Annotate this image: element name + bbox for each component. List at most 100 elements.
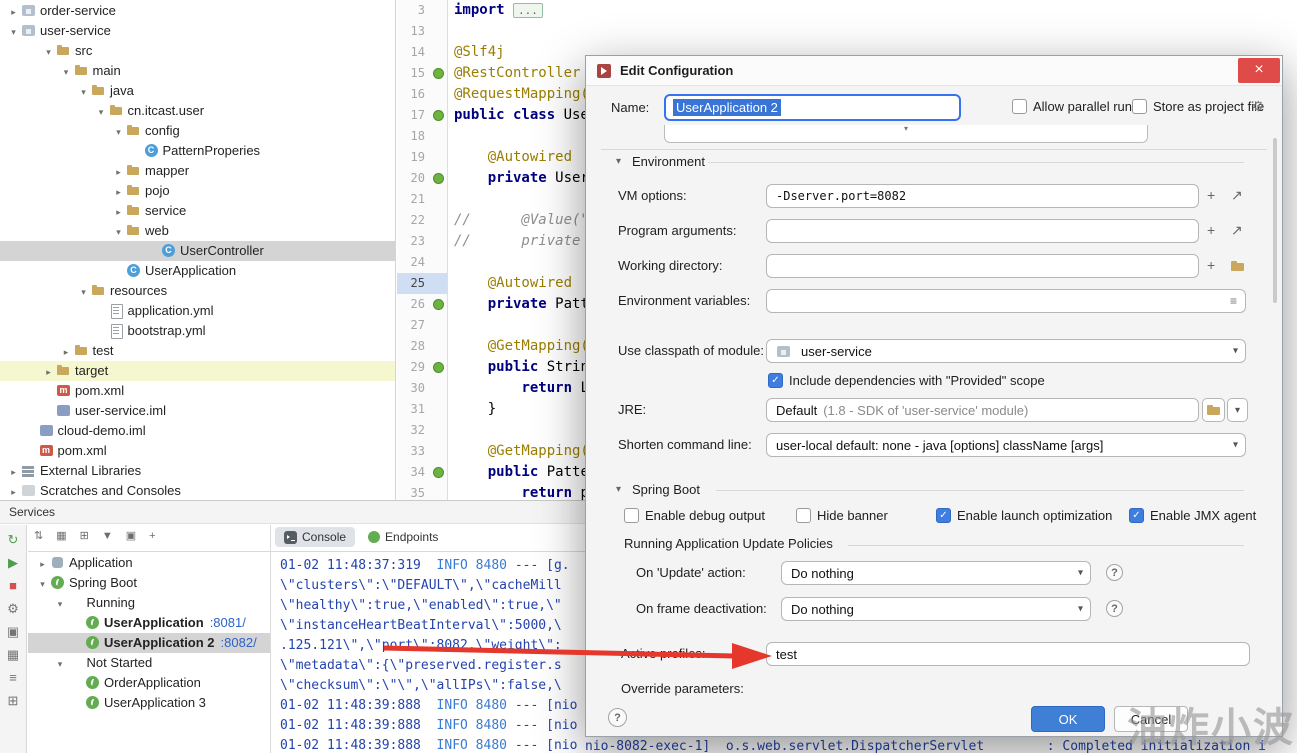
hide-banner-checkbox[interactable]: Hide banner	[796, 508, 888, 523]
chevron-icon[interactable]: ▸	[111, 162, 126, 182]
tree-item-mapper[interactable]: ▸ mapper	[0, 161, 395, 181]
tab-console[interactable]: Console	[275, 527, 356, 547]
chevron-icon[interactable]: ▾	[94, 102, 109, 122]
chevron-icon[interactable]: ▾	[6, 22, 21, 42]
port-link[interactable]: :8082/	[221, 635, 257, 650]
tree-item-orderapplication[interactable]: OrderApplication	[28, 673, 270, 693]
chevron-icon[interactable]: ▾	[111, 222, 126, 242]
view-options-icon[interactable]: ⊞	[80, 531, 89, 542]
tree-item-src[interactable]: ▾ src	[0, 41, 395, 61]
help-button[interactable]: ?	[608, 708, 627, 727]
tree-item-user-service[interactable]: ▾ user-service	[0, 21, 395, 41]
tree-item-resources[interactable]: ▾ resources	[0, 281, 395, 301]
tree-item-service[interactable]: ▸ service	[0, 201, 395, 221]
name-input[interactable]: UserApplication 2	[664, 94, 961, 121]
grid-icon[interactable]: ⊞	[8, 694, 19, 707]
environment-variables-input[interactable]: ≡	[766, 289, 1246, 313]
tree-item-usercontroller[interactable]: UserController	[0, 241, 395, 261]
add-icon[interactable]: +	[1207, 188, 1215, 202]
tree-item-application-yml[interactable]: application.yml	[0, 301, 395, 321]
on-frame-deactivation-select[interactable]: Do nothing ▾	[781, 597, 1091, 621]
tree-item-cn-itcast-user[interactable]: ▾ cn.itcast.user	[0, 101, 395, 121]
spring-bean-icon[interactable]	[429, 462, 448, 483]
port-link[interactable]: :8081/	[210, 615, 246, 630]
tree-item-cloud-demo-iml[interactable]: cloud-demo.iml	[0, 421, 395, 441]
program-arguments-input[interactable]	[766, 219, 1199, 243]
gear-icon[interactable]: ⚙	[1252, 98, 1265, 115]
expand-icon[interactable]: ↗	[1231, 188, 1243, 202]
dialog-scrollbar[interactable]	[1273, 138, 1277, 303]
stop-icon[interactable]: ■	[9, 579, 17, 592]
group-icon[interactable]: ▦	[56, 531, 66, 542]
dialog-titlebar[interactable]: Edit Configuration ×	[586, 56, 1282, 86]
enable-launch-optimization-checkbox[interactable]: ✓ Enable launch optimization	[936, 508, 1112, 523]
tree-item-scratches-and-consoles[interactable]: ▸ Scratches and Consoles	[0, 481, 395, 500]
tree-item-pom-xml[interactable]: pom.xml	[0, 381, 395, 401]
tree-item-test[interactable]: ▸ test	[0, 341, 395, 361]
tree-item-external-libraries[interactable]: ▸ External Libraries	[0, 461, 395, 481]
browse-folder-icon[interactable]	[1231, 261, 1244, 272]
chevron-icon[interactable]: ▸	[6, 462, 21, 482]
spring-bean-icon[interactable]	[429, 294, 448, 315]
collapse-environment-icon[interactable]: ▾	[616, 156, 621, 167]
layout-icon[interactable]: ▣	[126, 531, 136, 542]
tree-item-running[interactable]: ▾ Running	[28, 593, 270, 613]
tree-item-not-started[interactable]: ▾ Not Started	[28, 653, 270, 673]
options-icon[interactable]: ≡	[9, 671, 17, 684]
tab-endpoints[interactable]: Endpoints	[359, 527, 447, 547]
add-icon[interactable]: +	[1207, 258, 1215, 272]
chevron-icon[interactable]: ▾	[35, 574, 50, 594]
spring-bean-icon[interactable]	[429, 357, 448, 378]
tree-item-patternproperies[interactable]: PatternProperies	[0, 141, 395, 161]
tree-item-main[interactable]: ▾ main	[0, 61, 395, 81]
add-icon[interactable]: +	[1207, 223, 1215, 237]
chevron-icon[interactable]: ▾	[53, 594, 68, 614]
on-update-action-select[interactable]: Do nothing ▾	[781, 561, 1091, 585]
spring-bean-icon[interactable]	[429, 168, 448, 189]
help-icon[interactable]: ?	[1106, 600, 1123, 617]
tree-item-userapplication[interactable]: UserApplication	[0, 261, 395, 281]
chevron-icon[interactable]: ▸	[35, 554, 50, 574]
chevron-icon[interactable]: ▾	[76, 82, 91, 102]
store-as-project-file-checkbox[interactable]: Store as project file	[1132, 99, 1264, 114]
tree-item-pom-xml[interactable]: pom.xml	[0, 441, 395, 461]
tree-item-pojo[interactable]: ▸ pojo	[0, 181, 395, 201]
chevron-icon[interactable]: ▸	[41, 362, 56, 382]
jre-browse-button[interactable]	[1202, 398, 1225, 422]
browse-variables-icon[interactable]: ≡	[1230, 294, 1237, 308]
collapse-spring-boot-icon[interactable]: ▾	[616, 484, 621, 495]
tree-item-target[interactable]: ▸ target	[0, 361, 395, 381]
chevron-icon[interactable]: ▾	[111, 122, 126, 142]
working-directory-input[interactable]	[766, 254, 1199, 278]
provided-scope-checkbox[interactable]: ✓ Include dependencies with "Provided" sc…	[768, 373, 1045, 388]
chevron-icon[interactable]: ▸	[111, 182, 126, 202]
tree-item-userapplication[interactable]: UserApplication:8081/	[28, 613, 270, 633]
chevron-icon[interactable]: ▸	[59, 342, 74, 362]
tree-item-spring-boot[interactable]: ▾ Spring Boot	[28, 573, 270, 593]
jre-select[interactable]: Default (1.8 - SDK of 'user-service' mod…	[766, 398, 1199, 422]
chevron-icon[interactable]: ▾	[59, 62, 74, 82]
active-profiles-input[interactable]: test	[766, 642, 1250, 666]
shorten-command-line-select[interactable]: user-local default: none - java [options…	[766, 433, 1246, 457]
chevron-icon[interactable]: ▾	[41, 42, 56, 62]
allow-parallel-run-checkbox[interactable]: Allow parallel run	[1012, 99, 1132, 114]
settings-icon[interactable]: ⚙	[7, 602, 19, 615]
chevron-icon[interactable]: ▸	[6, 482, 21, 500]
console-output[interactable]: 01-02 11:48:37:319 INFO 8480 --- [g. \"cl…	[271, 553, 586, 753]
ok-button[interactable]: OK	[1031, 706, 1105, 732]
add-service-icon[interactable]: +	[149, 531, 155, 542]
tree-item-bootstrap-yml[interactable]: bootstrap.yml	[0, 321, 395, 341]
tree-item-java[interactable]: ▾ java	[0, 81, 395, 101]
thread-dump-icon[interactable]: ▣	[7, 625, 19, 638]
run-icon[interactable]: ▶	[8, 556, 18, 569]
tree-item-web[interactable]: ▾ web	[0, 221, 395, 241]
rerun-icon[interactable]: ↻	[8, 533, 19, 546]
chevron-icon[interactable]: ▸	[6, 2, 21, 22]
jre-dropdown-button[interactable]: ▾	[1227, 398, 1248, 422]
layout-icon[interactable]: ▦	[7, 648, 19, 661]
filter-icon[interactable]: ▼	[102, 531, 113, 542]
chevron-icon[interactable]: ▾	[76, 282, 91, 302]
tree-item-userapplication-3[interactable]: UserApplication 3	[28, 693, 270, 713]
enable-jmx-agent-checkbox[interactable]: ✓ Enable JMX agent	[1129, 508, 1256, 523]
enable-debug-output-checkbox[interactable]: Enable debug output	[624, 508, 765, 523]
